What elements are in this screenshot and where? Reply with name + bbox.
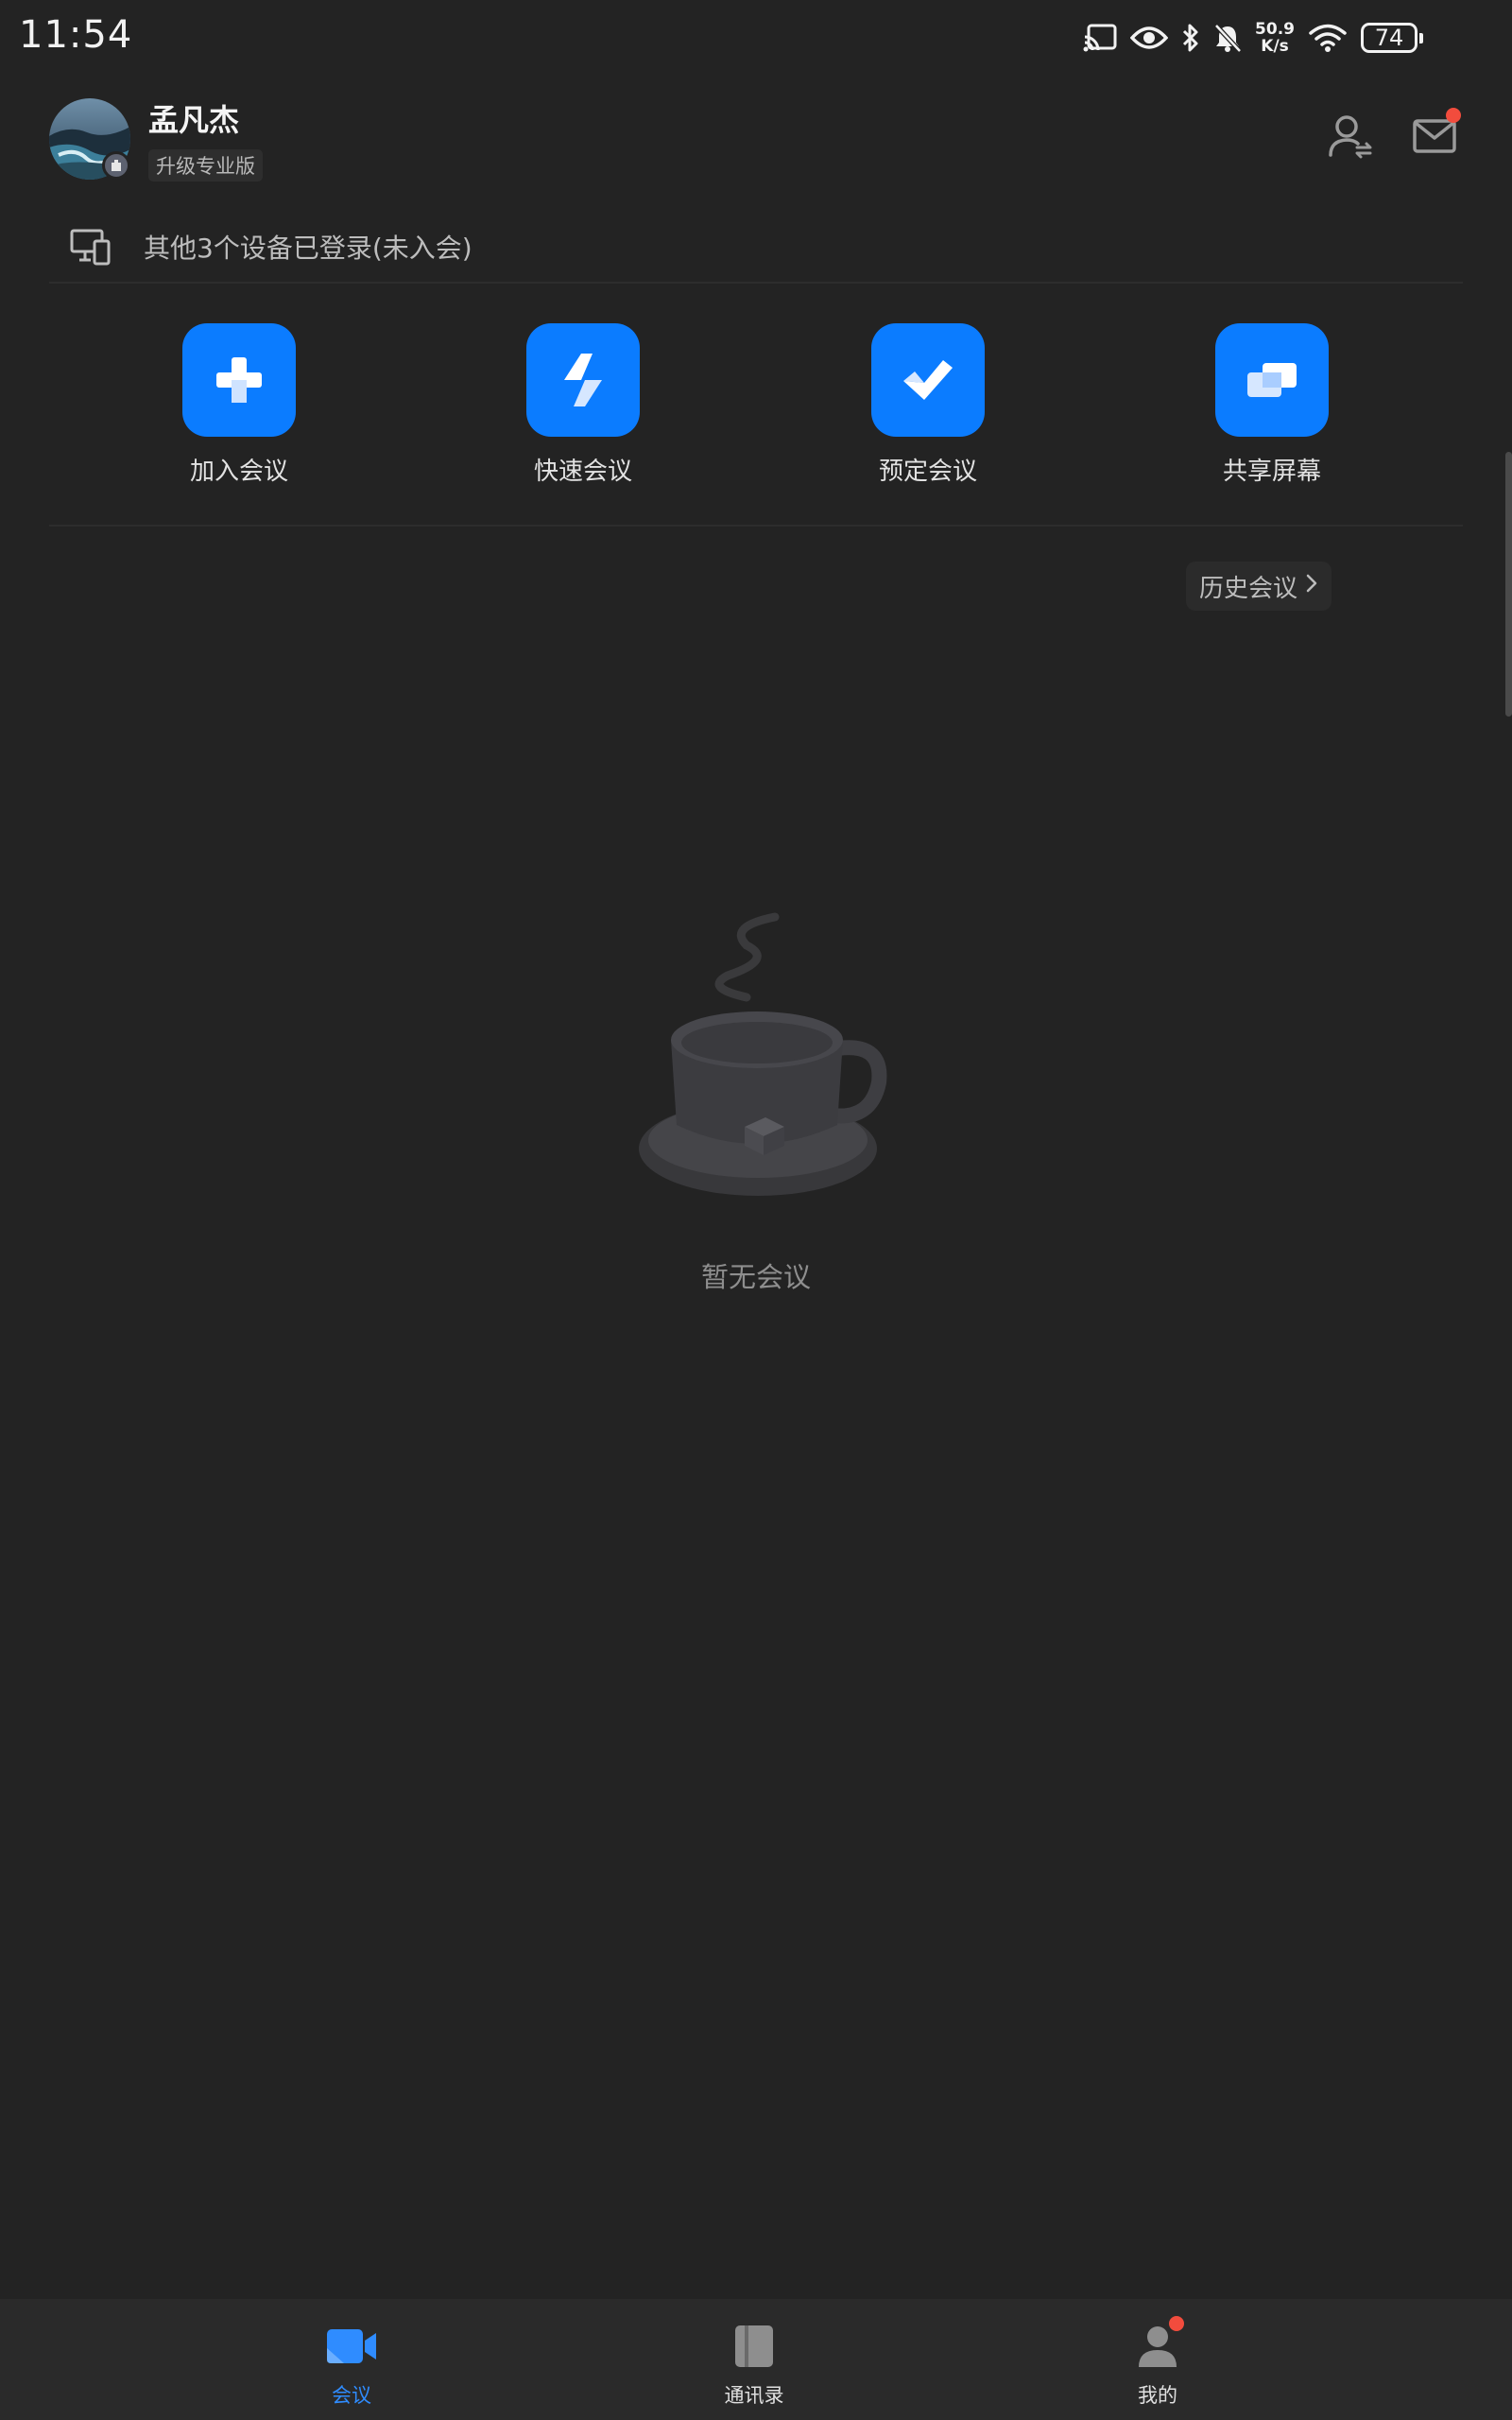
wifi-icon xyxy=(1308,23,1348,53)
history-meetings-button[interactable]: 历史会议 xyxy=(1186,562,1332,611)
quick-meeting-label: 快速会议 xyxy=(533,458,632,486)
enterprise-badge-icon xyxy=(102,151,130,180)
switch-account-button[interactable] xyxy=(1323,110,1380,166)
battery-level: 74 xyxy=(1374,25,1404,51)
schedule-meeting-button[interactable]: 预定会议 xyxy=(833,323,1022,487)
plus-icon xyxy=(182,323,296,437)
person-icon xyxy=(1129,2316,1186,2373)
bluetooth-icon xyxy=(1181,23,1200,53)
notification-dot xyxy=(1446,108,1461,123)
user-name[interactable]: 孟凡杰 xyxy=(148,96,239,140)
tab-meetings[interactable]: 会议 xyxy=(276,2320,427,2409)
battery-icon: 74 xyxy=(1361,23,1423,53)
empty-coffee-cup-illustration xyxy=(624,908,888,1210)
contacts-book-icon xyxy=(726,2320,782,2373)
status-bar: 11:54 50.9 K/s 74 xyxy=(0,0,1512,76)
share-screen-label: 共享屏幕 xyxy=(1222,458,1321,486)
share-screen-button[interactable]: 共享屏幕 xyxy=(1177,323,1366,487)
tab-me-label: 我的 xyxy=(1138,2384,1177,2407)
status-time: 11:54 xyxy=(19,13,133,57)
bottom-nav: 会议 通讯录 我的 xyxy=(0,2299,1512,2420)
eye-icon xyxy=(1130,25,1169,51)
quick-meeting-button[interactable]: 快速会议 xyxy=(489,323,678,487)
schedule-meeting-label: 预定会议 xyxy=(878,458,977,486)
no-meetings-text: 暂无会议 xyxy=(700,1261,811,1293)
devices-icon xyxy=(66,222,115,271)
mail-icon xyxy=(1412,117,1457,159)
upgrade-pro-button[interactable]: 升级专业版 xyxy=(148,149,263,182)
net-speed-unit: K/s xyxy=(1261,37,1289,56)
notification-dot xyxy=(1169,2316,1184,2331)
net-speed: 50.9 K/s xyxy=(1255,21,1295,55)
tab-meetings-label: 会议 xyxy=(332,2384,371,2407)
chevron-right-icon xyxy=(1305,572,1318,600)
other-devices-row[interactable]: 其他3个设备已登录(未入会) xyxy=(49,212,1463,284)
quick-actions: 加入会议 快速会议 预定会议 共享屏幕 xyxy=(0,323,1512,487)
scrollbar[interactable] xyxy=(1505,452,1512,717)
net-speed-value: 50.9 xyxy=(1255,20,1295,39)
other-devices-text: 其他3个设备已登录(未入会) xyxy=(144,233,472,264)
bell-off-icon xyxy=(1213,23,1242,53)
join-meeting-button[interactable]: 加入会议 xyxy=(145,323,334,487)
video-icon xyxy=(323,2320,380,2373)
history-meetings-label: 历史会议 xyxy=(1199,574,1298,603)
check-icon xyxy=(871,323,985,437)
messages-button[interactable] xyxy=(1406,108,1463,166)
cast-icon xyxy=(1083,24,1117,52)
person-switch-icon xyxy=(1328,112,1375,164)
join-meeting-label: 加入会议 xyxy=(189,458,288,486)
tab-contacts-label: 通讯录 xyxy=(724,2384,784,2407)
lightning-icon xyxy=(526,323,640,437)
share-screen-icon xyxy=(1215,323,1329,437)
divider xyxy=(49,525,1463,527)
tab-me[interactable]: 我的 xyxy=(1082,2316,1233,2409)
tab-contacts[interactable]: 通讯录 xyxy=(679,2320,830,2409)
status-icons: 50.9 K/s 74 xyxy=(1083,17,1423,59)
